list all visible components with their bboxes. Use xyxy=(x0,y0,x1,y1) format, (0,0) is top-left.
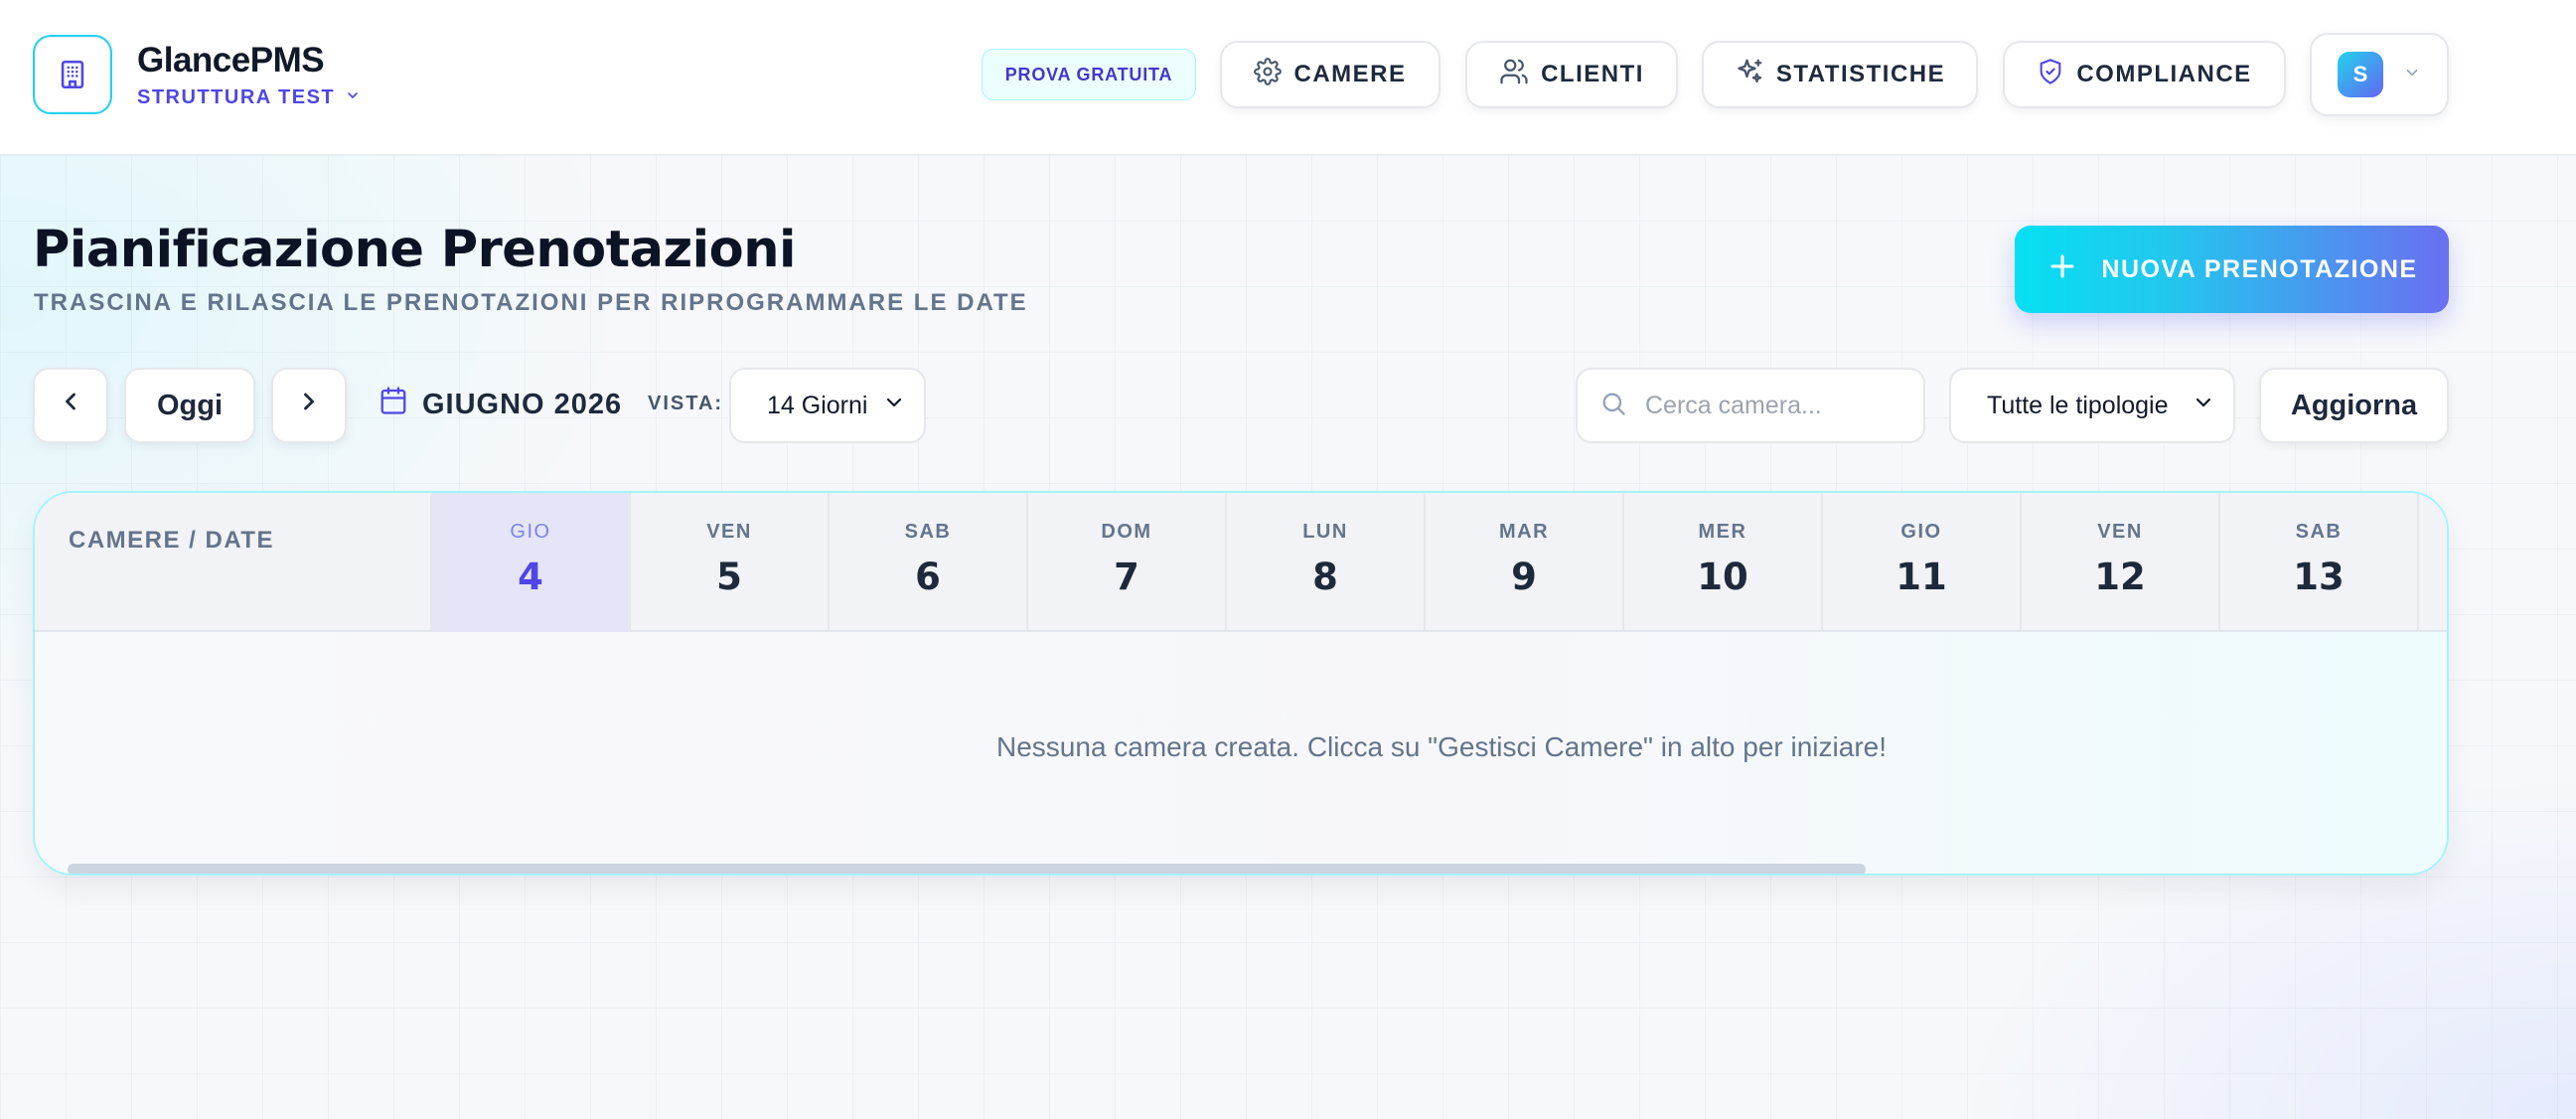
next-period-button[interactable] xyxy=(271,368,347,443)
day-name: LUN xyxy=(1302,521,1348,543)
prev-period-button[interactable] xyxy=(33,368,108,443)
month-label: GIUGNO 2026 xyxy=(422,388,623,420)
trial-badge: PROVA GRATUITA xyxy=(982,49,1196,100)
day-column[interactable]: VEN 12 xyxy=(2022,493,2220,632)
day-name: VEN xyxy=(706,521,752,543)
chevron-down-icon xyxy=(2403,64,2421,86)
brand-name: GlancePMS xyxy=(137,40,325,80)
view-select-value: 14 Giorni xyxy=(767,391,868,419)
day-name: GIO xyxy=(1900,521,1942,543)
chevron-left-icon xyxy=(57,388,84,423)
chevron-down-icon xyxy=(2192,391,2215,421)
day-number: 10 xyxy=(1697,556,1748,598)
calendar-header: CAMERE / DATE GIO 4 VEN 5 SAB 6 DOM 7 LUN 8 MAR 9 ME… xyxy=(35,493,2447,632)
user-menu-button[interactable]: S xyxy=(2310,33,2449,116)
users-icon xyxy=(1499,57,1529,93)
booking-calendar: CAMERE / DATE GIO 4 VEN 5 SAB 6 DOM 7 LUN 8 MAR 9 ME… xyxy=(33,491,2449,876)
day-number: 11 xyxy=(1895,556,1947,598)
top-header: GlancePMS STRUTTURA TEST PROVA GRATUITA … xyxy=(0,0,2576,155)
day-number: 8 xyxy=(1312,556,1338,598)
calendar-icon xyxy=(379,386,408,423)
room-type-value: Tutte le tipologie xyxy=(1987,391,2169,419)
day-column[interactable]: VEN 5 xyxy=(631,493,830,632)
day-column[interactable]: SAB 6 xyxy=(830,493,1028,632)
day-number: 13 xyxy=(2293,556,2345,598)
day-name: SAB xyxy=(904,521,952,543)
brand: GlancePMS STRUTTURA TEST xyxy=(33,35,361,114)
day-number: 9 xyxy=(1511,556,1537,598)
shield-check-icon xyxy=(2037,58,2064,92)
day-name: VEN xyxy=(2097,521,2143,543)
today-button[interactable]: Oggi xyxy=(124,368,255,443)
day-name: MAR xyxy=(1498,521,1550,543)
refresh-button[interactable]: Aggiorna xyxy=(2259,368,2449,443)
new-booking-label: NUOVA PRENOTAZIONE xyxy=(2101,254,2418,283)
avatar: S xyxy=(2338,52,2383,97)
nav-statistiche-label: STATISTICHE xyxy=(1775,61,1946,87)
nav-camere-button[interactable]: CAMERE xyxy=(1220,41,1440,108)
sparkles-icon xyxy=(1735,57,1764,93)
nav-clienti-label: CLIENTI xyxy=(1541,61,1644,87)
nav-statistiche-button[interactable]: STATISTICHE xyxy=(1702,41,1978,108)
page-subtitle: TRASCINA E RILASCIA LE PRENOTAZIONI PER … xyxy=(34,289,1028,316)
new-booking-button[interactable]: NUOVA PRENOTAZIONE xyxy=(2015,226,2449,313)
room-type-select[interactable]: Tutte le tipologie xyxy=(1949,368,2235,443)
day-name: SAB xyxy=(2295,521,2343,543)
day-name: GIO xyxy=(510,521,551,543)
day-number: 7 xyxy=(1114,556,1139,598)
structure-name: STRUTTURA TEST xyxy=(137,85,336,108)
day-column[interactable]: GIO 4 xyxy=(432,493,631,632)
day-column[interactable]: DOM 7 xyxy=(1028,493,1227,632)
empty-rooms-message: Nessuna camera creata. Clicca su "Gestis… xyxy=(996,731,1887,762)
page-title: Pianificazione Prenotazioni xyxy=(33,221,797,279)
day-column[interactable]: GIO 11 xyxy=(1823,493,2022,632)
chevron-down-icon xyxy=(882,391,906,421)
day-name: MER xyxy=(1698,521,1747,543)
day-column[interactable]: LUN 8 xyxy=(1227,493,1426,632)
day-number: 4 xyxy=(518,556,543,598)
day-number: 5 xyxy=(716,556,742,598)
rooms-dates-header: CAMERE / DATE xyxy=(35,493,432,632)
gear-icon xyxy=(1254,57,1283,92)
plus-icon xyxy=(2046,249,2079,290)
current-month: GIUGNO 2026 xyxy=(379,386,622,423)
day-number: 6 xyxy=(915,556,941,598)
horizontal-scrollbar[interactable] xyxy=(68,864,1866,874)
view-select[interactable]: 14 Giorni xyxy=(729,368,926,443)
day-number: 12 xyxy=(2094,556,2146,598)
day-column[interactable]: MAR 9 xyxy=(1426,493,1624,632)
chevron-down-icon xyxy=(345,86,361,109)
structure-selector[interactable]: STRUTTURA TEST xyxy=(137,86,361,109)
nav-clienti-button[interactable]: CLIENTI xyxy=(1465,41,1678,108)
day-column[interactable]: SAB 13 xyxy=(2220,493,2419,632)
view-label: VISTA: xyxy=(648,393,724,414)
nav-compliance-label: COMPLIANCE xyxy=(2076,61,2252,87)
room-search[interactable] xyxy=(1576,368,1925,443)
search-input[interactable] xyxy=(1645,391,1903,420)
building-icon[interactable] xyxy=(33,35,112,114)
nav-compliance-button[interactable]: COMPLIANCE xyxy=(2003,41,2286,108)
day-name: DOM xyxy=(1101,521,1152,543)
nav-camere-label: CAMERE xyxy=(1293,61,1407,87)
search-icon xyxy=(1599,390,1627,422)
day-column[interactable]: MER 10 xyxy=(1624,493,1823,632)
chevron-right-icon xyxy=(295,388,323,423)
